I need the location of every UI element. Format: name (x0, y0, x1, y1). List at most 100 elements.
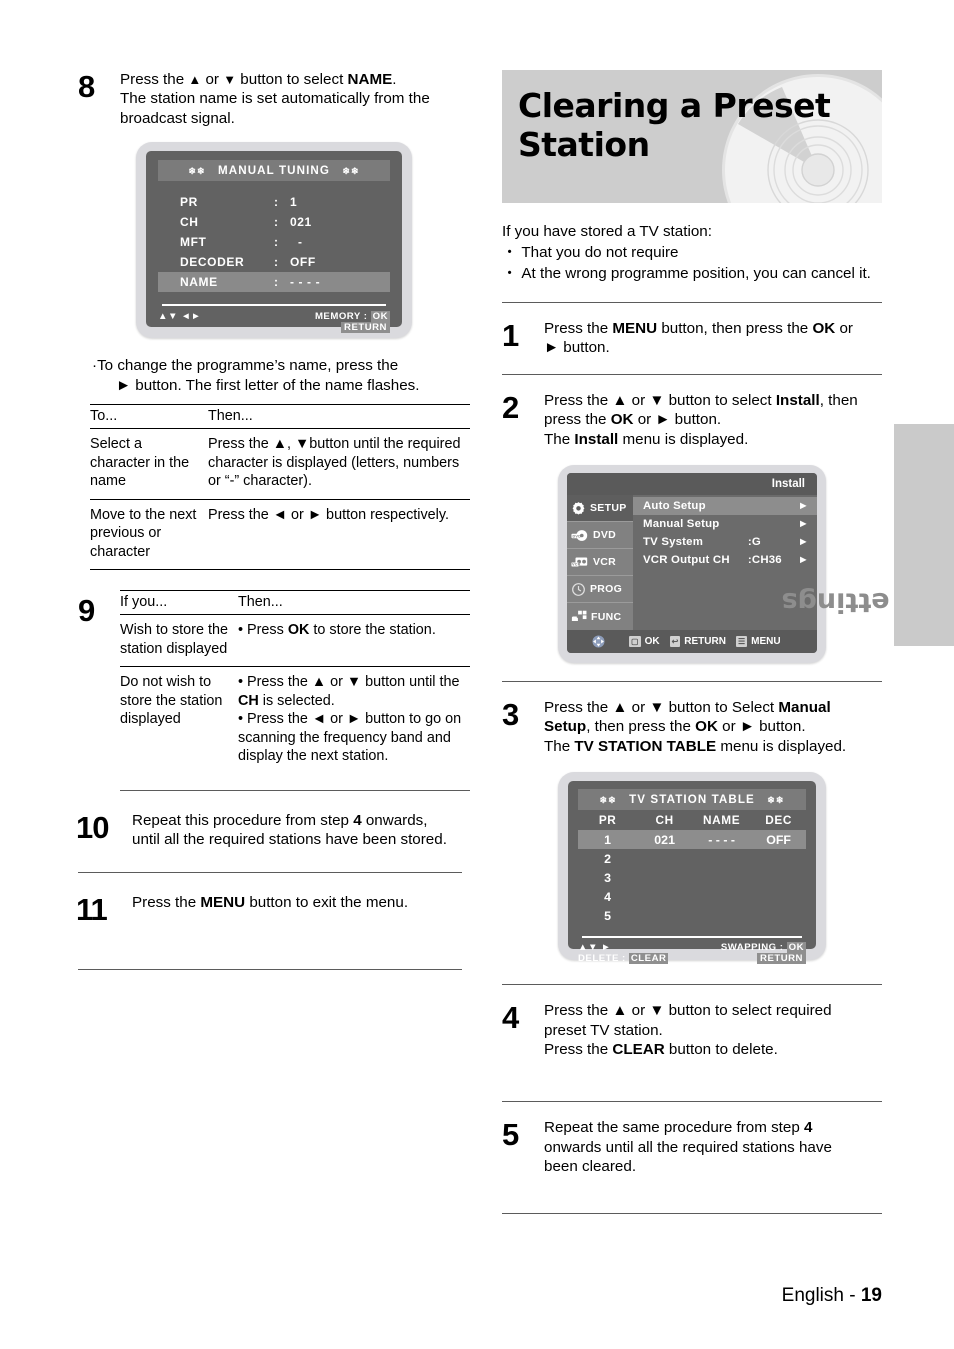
menu-item-manual-setup[interactable]: Manual Setup ► (633, 515, 817, 533)
setup-keyword: Setup (544, 718, 587, 736)
sidebar-item-vcr[interactable]: VCR VCR (567, 549, 633, 577)
col-header-pr: PR (598, 813, 617, 828)
snowflake-icon-left: ❄❄ (599, 795, 617, 806)
step2-l2b: or ► button. (633, 411, 722, 429)
right-arrow-icon: ► (116, 376, 132, 394)
cell-ch: 021 (654, 832, 675, 847)
osd-nav-arrows-icon: ▲▼ ◄► (158, 311, 202, 323)
station-row[interactable]: 2 (578, 849, 806, 868)
cell-name (692, 909, 751, 923)
menu-item-label: Manual Setup (643, 518, 720, 531)
table-cell-then: Press the ◄ or ► button respectively. (208, 506, 449, 523)
down-arrow-icon: ▼ (223, 72, 237, 87)
sidebar-label: PROG (590, 583, 623, 596)
cell-ch (637, 890, 692, 904)
osd-row[interactable]: DECODER : OFF (158, 252, 390, 272)
station-row[interactable]: 4 (578, 887, 806, 906)
step5-line2: onwards until all the required stations … (544, 1138, 832, 1156)
up-arrow-icon: ▲ (188, 72, 202, 87)
menu-item-label: Auto Setup (643, 500, 706, 513)
step10-line1-a: Repeat this procedure from step (132, 811, 354, 829)
cell-pr: 5 (604, 908, 612, 923)
ok-keyword: OK (287, 622, 310, 639)
step1-line2: ► button. (544, 339, 610, 357)
note-line2: button. The first letter of the name fla… (131, 376, 420, 394)
station-row[interactable]: 5 (578, 906, 806, 925)
page-title: Clearing a Preset Station (518, 86, 831, 164)
osd-row-value: - (298, 235, 303, 250)
menu-item-auto-setup[interactable]: Auto Setup ► (633, 497, 817, 516)
chevron-right-icon: ► (797, 554, 809, 567)
intro-text: If you have stored a TV station: ・ That … (502, 221, 882, 284)
rule-below-step1 (502, 373, 882, 375)
install-osd-sidebar: SETUP DVD DVD VCR VCR PROG FUNC (567, 495, 633, 631)
step10-line2: until all the required stations have bee… (132, 831, 447, 849)
direction-pad-icon (592, 635, 604, 648)
table-cell-to: Select a character in the name (90, 436, 190, 490)
step-1: 1 Press the MENU button, then press the … (502, 319, 882, 358)
station-row[interactable]: 3 (578, 868, 806, 887)
station-table-rows: 1 021 - - - - OFF 2 3 4 5 (578, 830, 806, 925)
sidebar-label: SETUP (590, 502, 627, 515)
osd-row[interactable]: CH : 021 (158, 212, 390, 232)
step8-line1-a: Press the (120, 71, 189, 88)
step8-line2: The station name is set automatically fr… (120, 90, 430, 108)
cassette-icon: VCR (571, 557, 588, 566)
footer-return: ↩ RETURN (669, 636, 726, 648)
table-header-then: Then... (238, 594, 283, 611)
sidebar-item-prog[interactable]: PROG (567, 576, 633, 604)
clock-icon (572, 582, 585, 596)
station-row-selected[interactable]: 1 021 - - - - OFF (578, 830, 806, 850)
menu-keyword: MENU (612, 320, 658, 337)
menu-item-value: :CH36 (747, 554, 782, 567)
sidebar-label: VCR (593, 556, 617, 569)
table-cell-ifyou: Wish to store the station displayed (120, 622, 228, 657)
osd-row-selected[interactable]: NAME : - - - - (158, 272, 390, 293)
function-icon (571, 610, 587, 621)
osd-row[interactable]: PR : 1 (158, 192, 390, 212)
table-cell-then: Press the ▲, ▼button until the required … (208, 436, 461, 490)
table-cell-to: Move to the next previous or character (90, 506, 197, 560)
footer-page-number: 19 (860, 1285, 882, 1306)
step10-bottom-rule (78, 871, 462, 873)
menu-item-tv-system[interactable]: TV System :G ► (633, 533, 817, 551)
snowflake-icon-left: ❄❄ (188, 166, 206, 177)
footer-ok-label: OK (644, 636, 660, 648)
sidebar-item-dvd[interactable]: DVD DVD (567, 522, 633, 550)
clear-keyword: CLEAR (612, 1041, 665, 1059)
sidebar-item-setup[interactable]: SETUP (567, 495, 633, 523)
table-row: Wish to store the station displayed • Pr… (120, 615, 470, 667)
return-key-icon: ↩ (669, 636, 681, 648)
step11-line1-b: button to exit the menu. (245, 893, 409, 911)
name-change-note: ·To change the programme’s name, press t… (78, 356, 470, 395)
osd-row[interactable]: MFT : - (158, 232, 390, 252)
menu-item-vcr-output-ch[interactable]: VCR Output CH :CH36 ► (633, 551, 817, 569)
osd-row-colon: : (274, 275, 279, 290)
svg-text:DVD: DVD (572, 534, 581, 538)
table-cell-then: • Press the ▲ or ▼ button until the CH i… (238, 667, 470, 774)
dpad-icon (573, 634, 623, 649)
osd-divider (162, 304, 386, 307)
sidebar-item-func[interactable]: FUNC (567, 603, 633, 630)
step-number: 10 (76, 809, 109, 845)
cell-pr: 3 (604, 870, 612, 885)
clear-key: CLEAR (628, 953, 669, 965)
osd-title-text: TV STATION TABLE (629, 793, 755, 807)
table-cell-then: • Press OK to store the station. (238, 622, 436, 639)
osd-row-label: MFT (180, 235, 207, 250)
cell-ch (637, 871, 692, 885)
ok-keyword: OK (695, 718, 718, 736)
step4-line1: Press the ▲ or ▼ button to select requir… (544, 1002, 832, 1020)
step9-bottom-rule (120, 789, 470, 791)
station-table-header: PR CH NAME DEC (578, 810, 806, 830)
store-station-table: If you... Then... Wish to store the stat… (120, 590, 470, 774)
step8-line3: broadcast signal. (120, 109, 235, 127)
osd-footer: ▲▼ ◄► MEMORY : OK RETURN (158, 311, 390, 334)
side-tab-rest: ettings (781, 586, 890, 618)
install-osd-footer: ▢ OK ↩ RETURN ☰ MENU (567, 630, 817, 654)
step2-a: Press the ▲ or ▼ button to select (544, 391, 776, 409)
step-text: Press the MENU button, then press the OK… (544, 319, 882, 358)
step10-line1-b: onwards, (361, 811, 428, 829)
step3-l3b: menu is displayed. (716, 737, 847, 755)
sidebar-label: DVD (593, 529, 617, 542)
